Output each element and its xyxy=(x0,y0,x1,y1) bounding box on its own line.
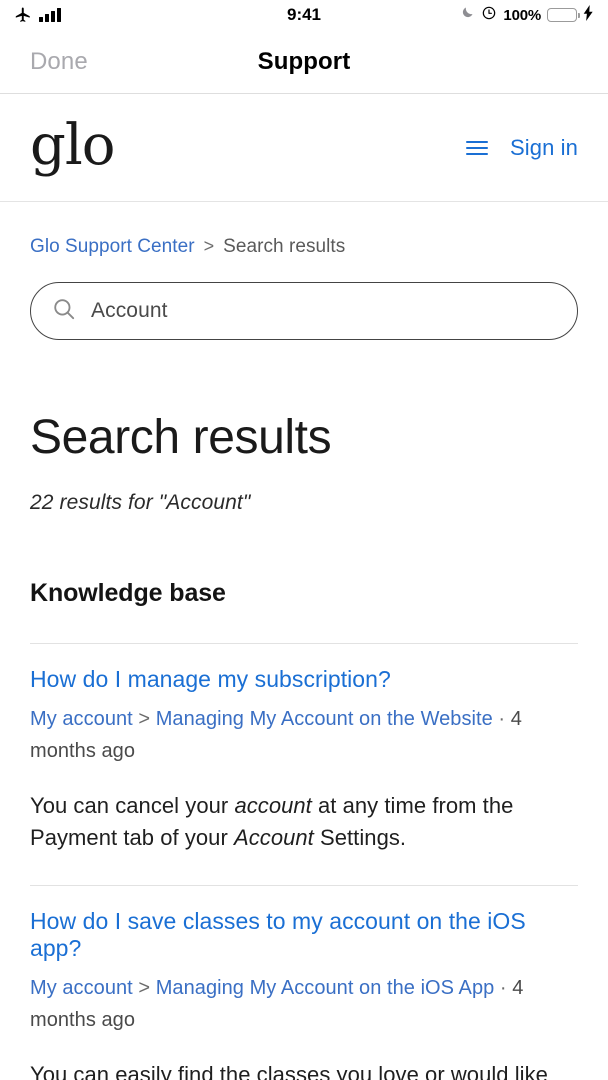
rotation-lock-icon xyxy=(481,5,497,26)
search-magnifier-icon xyxy=(51,296,77,327)
result-title-link[interactable]: How do I manage my subscription? xyxy=(30,666,391,692)
do-not-disturb-moon-icon xyxy=(460,5,475,25)
breadcrumb: Glo Support Center > Search results xyxy=(30,236,578,258)
page-title: Search results xyxy=(30,411,332,464)
breadcrumb-home-link[interactable]: Glo Support Center xyxy=(30,236,195,258)
result-subcategory-link[interactable]: Managing My Account on the iOS App xyxy=(156,977,495,999)
search-result-item[interactable]: How do I save classes to my account on t… xyxy=(30,886,578,1080)
result-meta-dot: · xyxy=(498,707,506,730)
section-title-knowledge-base: Knowledge base xyxy=(30,579,226,608)
search-input[interactable]: Account xyxy=(30,282,578,340)
search-input-value: Account xyxy=(91,299,168,322)
battery-icon xyxy=(547,8,580,22)
status-bar-left xyxy=(14,6,287,24)
result-subcategory-link[interactable]: Managing My Account on the Website xyxy=(156,708,493,730)
battery-percentage: 100% xyxy=(503,6,541,24)
page-content: Glo Support Center > Search results Acco… xyxy=(0,236,608,1080)
breadcrumb-separator: > xyxy=(203,236,215,256)
glo-logo[interactable]: glo xyxy=(30,117,115,174)
result-meta: My account > Managing My Account on the … xyxy=(30,972,578,1037)
result-meta-dot: · xyxy=(499,977,507,1000)
phone-screen: 9:41 100% Done Support glo Sign in Glo S… xyxy=(0,0,608,1080)
result-meta-separator: > xyxy=(138,977,151,1000)
cellular-signal-icon xyxy=(39,7,61,22)
status-bar-clock: 9:41 xyxy=(286,5,322,24)
breadcrumb-current: Search results xyxy=(223,236,346,257)
search-result-item[interactable]: How do I manage my subscription? My acco… xyxy=(30,644,578,854)
result-category-link[interactable]: My account xyxy=(30,708,133,730)
result-meta: My account > Managing My Account on the … xyxy=(30,703,578,768)
result-snippet: You can cancel your account at any time … xyxy=(30,792,514,851)
result-category-link[interactable]: My account xyxy=(30,977,133,999)
nav-title: Support xyxy=(257,47,351,75)
site-header: glo Sign in xyxy=(0,94,608,202)
status-bar: 9:41 100% xyxy=(0,0,608,30)
result-snippet: You can easily find the classes you love… xyxy=(30,1061,548,1080)
sign-in-link[interactable]: Sign in xyxy=(510,135,578,161)
hamburger-menu-icon[interactable] xyxy=(466,140,489,155)
site-header-actions: Sign in xyxy=(466,135,578,161)
modal-nav-bar: Done Support xyxy=(0,30,608,94)
airplane-mode-icon xyxy=(14,6,32,24)
result-meta-separator: > xyxy=(138,707,151,730)
status-bar-right: 100% xyxy=(321,4,594,26)
result-title-link[interactable]: How do I save classes to my account on t… xyxy=(30,908,526,962)
charging-bolt-icon xyxy=(583,4,594,26)
results-count: 22 results for "Account" xyxy=(30,491,251,515)
